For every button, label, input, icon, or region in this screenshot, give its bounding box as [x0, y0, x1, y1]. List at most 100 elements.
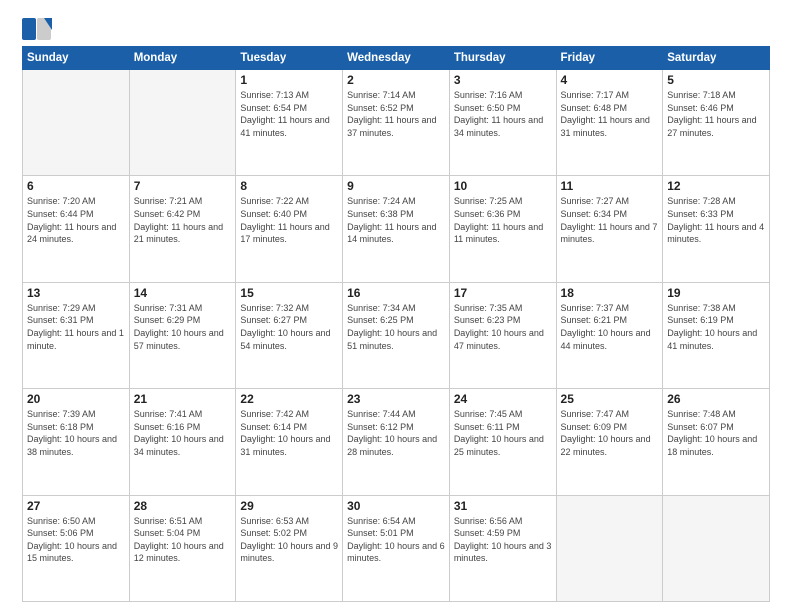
day-info: Sunrise: 7:14 AMSunset: 6:52 PMDaylight:…	[347, 89, 445, 139]
calendar-day-cell: 7 Sunrise: 7:21 AMSunset: 6:42 PMDaylight…	[129, 176, 236, 282]
weekday-header-cell: Thursday	[449, 47, 556, 70]
day-number: 1	[240, 73, 338, 87]
day-number: 29	[240, 499, 338, 513]
calendar-day-cell	[556, 495, 663, 601]
calendar-day-cell	[23, 70, 130, 176]
calendar-week-row: 27 Sunrise: 6:50 AMSunset: 5:06 PMDayligh…	[23, 495, 770, 601]
day-number: 14	[134, 286, 232, 300]
day-number: 27	[27, 499, 125, 513]
day-number: 13	[27, 286, 125, 300]
calendar-day-cell: 13Sunrise: 7:29 AMSunset: 6:31 PMDayligh…	[23, 282, 130, 388]
calendar-week-row: 6 Sunrise: 7:20 AMSunset: 6:44 PMDaylight…	[23, 176, 770, 282]
calendar-day-cell	[663, 495, 770, 601]
calendar-week-row: 13Sunrise: 7:29 AMSunset: 6:31 PMDayligh…	[23, 282, 770, 388]
calendar-day-cell: 15 Sunrise: 7:32 AMSunset: 6:27 PMDayligh…	[236, 282, 343, 388]
day-info: Sunrise: 7:35 AMSunset: 6:23 PMDaylight:…	[454, 302, 552, 352]
day-number: 30	[347, 499, 445, 513]
calendar-day-cell: 5 Sunrise: 7:18 AMSunset: 6:46 PMDaylight…	[663, 70, 770, 176]
weekday-header-cell: Friday	[556, 47, 663, 70]
day-number: 15	[240, 286, 338, 300]
weekday-header-cell: Sunday	[23, 47, 130, 70]
day-info: Sunrise: 7:47 AMSunset: 6:09 PMDaylight:…	[561, 408, 659, 458]
day-info: Sunrise: 7:48 AMSunset: 6:07 PMDaylight:…	[667, 408, 765, 458]
day-info: Sunrise: 6:56 AMSunset: 4:59 PMDaylight:…	[454, 515, 552, 565]
calendar-day-cell: 30Sunrise: 6:54 AMSunset: 5:01 PMDayligh…	[343, 495, 450, 601]
day-number: 18	[561, 286, 659, 300]
day-info: Sunrise: 7:21 AMSunset: 6:42 PMDaylight:…	[134, 195, 232, 245]
calendar-day-cell: 19Sunrise: 7:38 AMSunset: 6:19 PMDayligh…	[663, 282, 770, 388]
day-info: Sunrise: 7:16 AMSunset: 6:50 PMDaylight:…	[454, 89, 552, 139]
day-number: 22	[240, 392, 338, 406]
day-number: 21	[134, 392, 232, 406]
weekday-header-row: SundayMondayTuesdayWednesdayThursdayFrid…	[23, 47, 770, 70]
day-info: Sunrise: 6:50 AMSunset: 5:06 PMDaylight:…	[27, 515, 125, 565]
logo	[22, 18, 54, 40]
day-number: 7	[134, 179, 232, 193]
calendar-day-cell: 6 Sunrise: 7:20 AMSunset: 6:44 PMDaylight…	[23, 176, 130, 282]
day-info: Sunrise: 7:41 AMSunset: 6:16 PMDaylight:…	[134, 408, 232, 458]
calendar-day-cell: 23Sunrise: 7:44 AMSunset: 6:12 PMDayligh…	[343, 389, 450, 495]
day-number: 3	[454, 73, 552, 87]
weekday-header-cell: Tuesday	[236, 47, 343, 70]
calendar-day-cell: 8Sunrise: 7:22 AMSunset: 6:40 PMDaylight…	[236, 176, 343, 282]
day-info: Sunrise: 7:31 AMSunset: 6:29 PMDaylight:…	[134, 302, 232, 352]
day-info: Sunrise: 7:42 AMSunset: 6:14 PMDaylight:…	[240, 408, 338, 458]
day-info: Sunrise: 7:39 AMSunset: 6:18 PMDaylight:…	[27, 408, 125, 458]
calendar-day-cell: 1 Sunrise: 7:13 AMSunset: 6:54 PMDaylight…	[236, 70, 343, 176]
day-number: 5	[667, 73, 765, 87]
calendar-day-cell: 10 Sunrise: 7:25 AMSunset: 6:36 PMDayligh…	[449, 176, 556, 282]
day-info: Sunrise: 7:17 AMSunset: 6:48 PMDaylight:…	[561, 89, 659, 139]
day-info: Sunrise: 7:34 AMSunset: 6:25 PMDaylight:…	[347, 302, 445, 352]
calendar-day-cell: 16 Sunrise: 7:34 AMSunset: 6:25 PMDayligh…	[343, 282, 450, 388]
weekday-header-cell: Saturday	[663, 47, 770, 70]
day-info: Sunrise: 7:45 AMSunset: 6:11 PMDaylight:…	[454, 408, 552, 458]
day-info: Sunrise: 7:25 AMSunset: 6:36 PMDaylight:…	[454, 195, 552, 245]
day-info: Sunrise: 7:20 AMSunset: 6:44 PMDaylight:…	[27, 195, 125, 245]
calendar-day-cell: 27 Sunrise: 6:50 AMSunset: 5:06 PMDayligh…	[23, 495, 130, 601]
day-number: 20	[27, 392, 125, 406]
day-number: 17	[454, 286, 552, 300]
calendar-day-cell	[129, 70, 236, 176]
day-number: 24	[454, 392, 552, 406]
day-info: Sunrise: 7:18 AMSunset: 6:46 PMDaylight:…	[667, 89, 765, 139]
day-number: 12	[667, 179, 765, 193]
calendar-day-cell: 24 Sunrise: 7:45 AMSunset: 6:11 PMDayligh…	[449, 389, 556, 495]
day-number: 16	[347, 286, 445, 300]
calendar-body: 1 Sunrise: 7:13 AMSunset: 6:54 PMDaylight…	[23, 70, 770, 602]
logo-icon	[22, 18, 52, 40]
calendar-day-cell: 26 Sunrise: 7:48 AMSunset: 6:07 PMDayligh…	[663, 389, 770, 495]
day-info: Sunrise: 7:24 AMSunset: 6:38 PMDaylight:…	[347, 195, 445, 245]
calendar-day-cell: 28Sunrise: 6:51 AMSunset: 5:04 PMDayligh…	[129, 495, 236, 601]
calendar-day-cell: 14 Sunrise: 7:31 AMSunset: 6:29 PMDayligh…	[129, 282, 236, 388]
day-number: 25	[561, 392, 659, 406]
day-number: 4	[561, 73, 659, 87]
day-info: Sunrise: 7:32 AMSunset: 6:27 PMDaylight:…	[240, 302, 338, 352]
calendar-day-cell: 12Sunrise: 7:28 AMSunset: 6:33 PMDayligh…	[663, 176, 770, 282]
calendar-day-cell: 29Sunrise: 6:53 AMSunset: 5:02 PMDayligh…	[236, 495, 343, 601]
calendar-week-row: 1 Sunrise: 7:13 AMSunset: 6:54 PMDaylight…	[23, 70, 770, 176]
day-number: 11	[561, 179, 659, 193]
calendar-day-cell: 3 Sunrise: 7:16 AMSunset: 6:50 PMDaylight…	[449, 70, 556, 176]
calendar-table: SundayMondayTuesdayWednesdayThursdayFrid…	[22, 46, 770, 602]
calendar-day-cell: 11 Sunrise: 7:27 AMSunset: 6:34 PMDayligh…	[556, 176, 663, 282]
calendar-day-cell: 22 Sunrise: 7:42 AMSunset: 6:14 PMDayligh…	[236, 389, 343, 495]
day-number: 9	[347, 179, 445, 193]
day-number: 31	[454, 499, 552, 513]
page: SundayMondayTuesdayWednesdayThursdayFrid…	[0, 0, 792, 612]
day-info: Sunrise: 6:51 AMSunset: 5:04 PMDaylight:…	[134, 515, 232, 565]
day-number: 6	[27, 179, 125, 193]
day-info: Sunrise: 7:37 AMSunset: 6:21 PMDaylight:…	[561, 302, 659, 352]
calendar-day-cell: 18 Sunrise: 7:37 AMSunset: 6:21 PMDayligh…	[556, 282, 663, 388]
day-info: Sunrise: 7:13 AMSunset: 6:54 PMDaylight:…	[240, 89, 338, 139]
calendar-day-cell: 21 Sunrise: 7:41 AMSunset: 6:16 PMDayligh…	[129, 389, 236, 495]
calendar-day-cell: 4 Sunrise: 7:17 AMSunset: 6:48 PMDaylight…	[556, 70, 663, 176]
header	[22, 18, 770, 40]
day-info: Sunrise: 7:27 AMSunset: 6:34 PMDaylight:…	[561, 195, 659, 245]
day-info: Sunrise: 7:22 AMSunset: 6:40 PMDaylight:…	[240, 195, 338, 245]
day-info: Sunrise: 7:38 AMSunset: 6:19 PMDaylight:…	[667, 302, 765, 352]
calendar-week-row: 20 Sunrise: 7:39 AMSunset: 6:18 PMDayligh…	[23, 389, 770, 495]
weekday-header-cell: Monday	[129, 47, 236, 70]
day-info: Sunrise: 7:44 AMSunset: 6:12 PMDaylight:…	[347, 408, 445, 458]
day-number: 26	[667, 392, 765, 406]
day-number: 10	[454, 179, 552, 193]
